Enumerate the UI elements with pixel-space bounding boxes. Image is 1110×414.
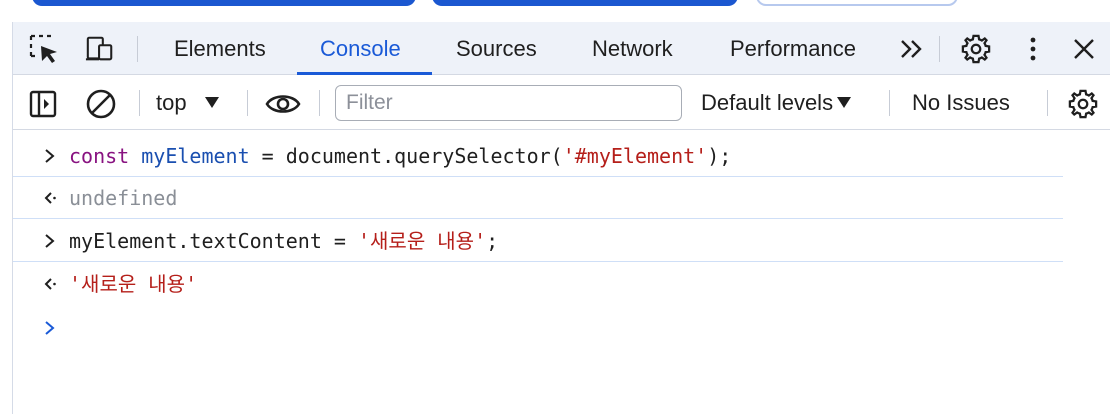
console-result: undefined <box>69 186 178 210</box>
devtools-tab-bar: Elements Console Sources Network Perform… <box>13 22 1110 75</box>
page-button-secondary[interactable] <box>432 0 738 6</box>
divider <box>137 36 138 62</box>
divider <box>247 90 248 116</box>
console-result-row: undefined <box>13 177 1063 219</box>
prompt-icon <box>45 234 55 248</box>
issues-button[interactable]: No Issues <box>912 76 1010 130</box>
code-text: myElement.textContent = <box>69 229 358 253</box>
more-tabs-icon[interactable] <box>897 34 927 64</box>
console-prompt-row[interactable] <box>13 307 1063 349</box>
code-string: '#myElement' <box>562 144 708 168</box>
divider <box>939 36 940 62</box>
eye-icon[interactable] <box>265 88 301 120</box>
log-levels-label: Default levels <box>701 90 834 115</box>
code-text: = document.querySelector( <box>249 144 563 168</box>
settings-icon[interactable] <box>961 34 991 64</box>
code-keyword: const <box>69 144 130 168</box>
inspect-element-icon[interactable] <box>29 34 59 64</box>
tab-console[interactable]: Console <box>320 22 401 75</box>
active-tab-indicator <box>297 72 432 75</box>
code-text: ; <box>486 229 499 253</box>
console-command: myElement.textContent = '새로운 내용'; <box>69 220 498 262</box>
clear-console-icon[interactable] <box>85 88 117 120</box>
context-selector[interactable]: top <box>156 76 219 130</box>
page-button-outline[interactable] <box>756 0 958 6</box>
sidebar-toggle-icon[interactable] <box>27 88 59 120</box>
kebab-menu-icon[interactable] <box>1018 34 1048 64</box>
console-command: const myElement = document.querySelector… <box>69 135 731 177</box>
result-arrow-icon <box>44 192 56 204</box>
console-input-row: myElement.textContent = '새로운 내용'; <box>13 220 1063 262</box>
prompt-icon <box>45 321 55 335</box>
code-text: ); <box>707 144 732 168</box>
prompt-icon <box>45 149 55 163</box>
filter-input[interactable] <box>335 85 682 121</box>
tab-performance[interactable]: Performance <box>730 22 856 75</box>
divider <box>1047 90 1048 116</box>
console-output[interactable]: const myElement = document.querySelector… <box>13 131 1110 414</box>
tab-sources[interactable]: Sources <box>456 22 537 75</box>
console-result: '새로운 내용' <box>69 272 198 296</box>
page-content-strip <box>0 0 1110 22</box>
devtools-panel: Elements Console Sources Network Perform… <box>12 22 1110 414</box>
dropdown-triangle-icon <box>204 97 219 108</box>
console-settings-icon[interactable] <box>1067 88 1099 120</box>
device-toolbar-icon[interactable] <box>85 34 115 64</box>
code-string: '새로운 내용' <box>357 229 487 253</box>
console-input-row: const myElement = document.querySelector… <box>13 135 1063 177</box>
divider <box>319 90 320 116</box>
log-levels-dropdown[interactable]: Default levels <box>701 76 852 130</box>
console-result-row: '새로운 내용' <box>13 263 1063 305</box>
dropdown-triangle-icon <box>837 97 852 108</box>
close-icon[interactable] <box>1069 34 1099 64</box>
tab-network[interactable]: Network <box>592 22 673 75</box>
result-arrow-icon <box>44 278 56 290</box>
context-label: top <box>156 90 187 115</box>
divider <box>889 90 890 116</box>
tab-elements[interactable]: Elements <box>174 22 266 75</box>
code-variable: myElement <box>141 144 250 168</box>
page-button-primary[interactable] <box>32 0 416 6</box>
console-toolbar: top Default levels No Issues <box>13 76 1110 130</box>
divider <box>139 90 140 116</box>
